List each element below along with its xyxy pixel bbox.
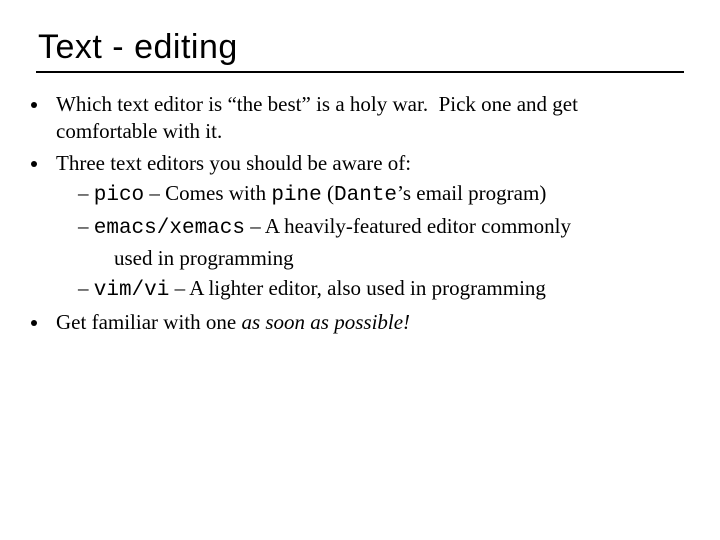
sub-2-t2: used in programming — [96, 244, 684, 272]
bullet-2-text: Three text editors you should be aware o… — [56, 151, 411, 175]
code-pine: pine — [271, 184, 321, 207]
bullet-1-text: Which text editor is “the best” is a hol… — [56, 92, 578, 143]
bullet-3-a: Get familiar with one — [56, 310, 241, 334]
code-vim: vim/vi — [94, 279, 170, 302]
bullet-2: Three text editors you should be aware o… — [50, 150, 684, 306]
bullet-list: Which text editor is “the best” is a hol… — [36, 91, 684, 337]
sub-list: pico – Comes with pine (Dante’s email pr… — [78, 179, 684, 305]
title-rule — [36, 71, 684, 73]
sub-2: emacs/xemacs – A heavily-featured editor… — [78, 212, 684, 272]
sub-3-t1: – A lighter editor, also used in program… — [169, 276, 546, 300]
bullet-3-b: as soon as possible! — [241, 310, 410, 334]
bullet-1: Which text editor is “the best” is a hol… — [50, 91, 684, 146]
sub-2-t1: – A heavily-featured editor commonly — [245, 214, 571, 238]
code-dante: Dante — [334, 184, 397, 207]
sub-1-t1: – Comes with — [144, 181, 271, 205]
code-emacs: emacs/xemacs — [94, 217, 245, 240]
sub-3: vim/vi – A lighter editor, also used in … — [78, 274, 684, 305]
bullet-3: Get familiar with one as soon as possibl… — [50, 309, 684, 336]
sub-1: pico – Comes with pine (Dante’s email pr… — [78, 179, 684, 210]
code-pico: pico — [94, 184, 144, 207]
slide: Text - editing Which text editor is “the… — [0, 0, 720, 337]
sub-1-t3: ’s email program) — [397, 181, 546, 205]
sub-1-t2: ( — [322, 181, 334, 205]
slide-title: Text - editing — [38, 28, 684, 67]
